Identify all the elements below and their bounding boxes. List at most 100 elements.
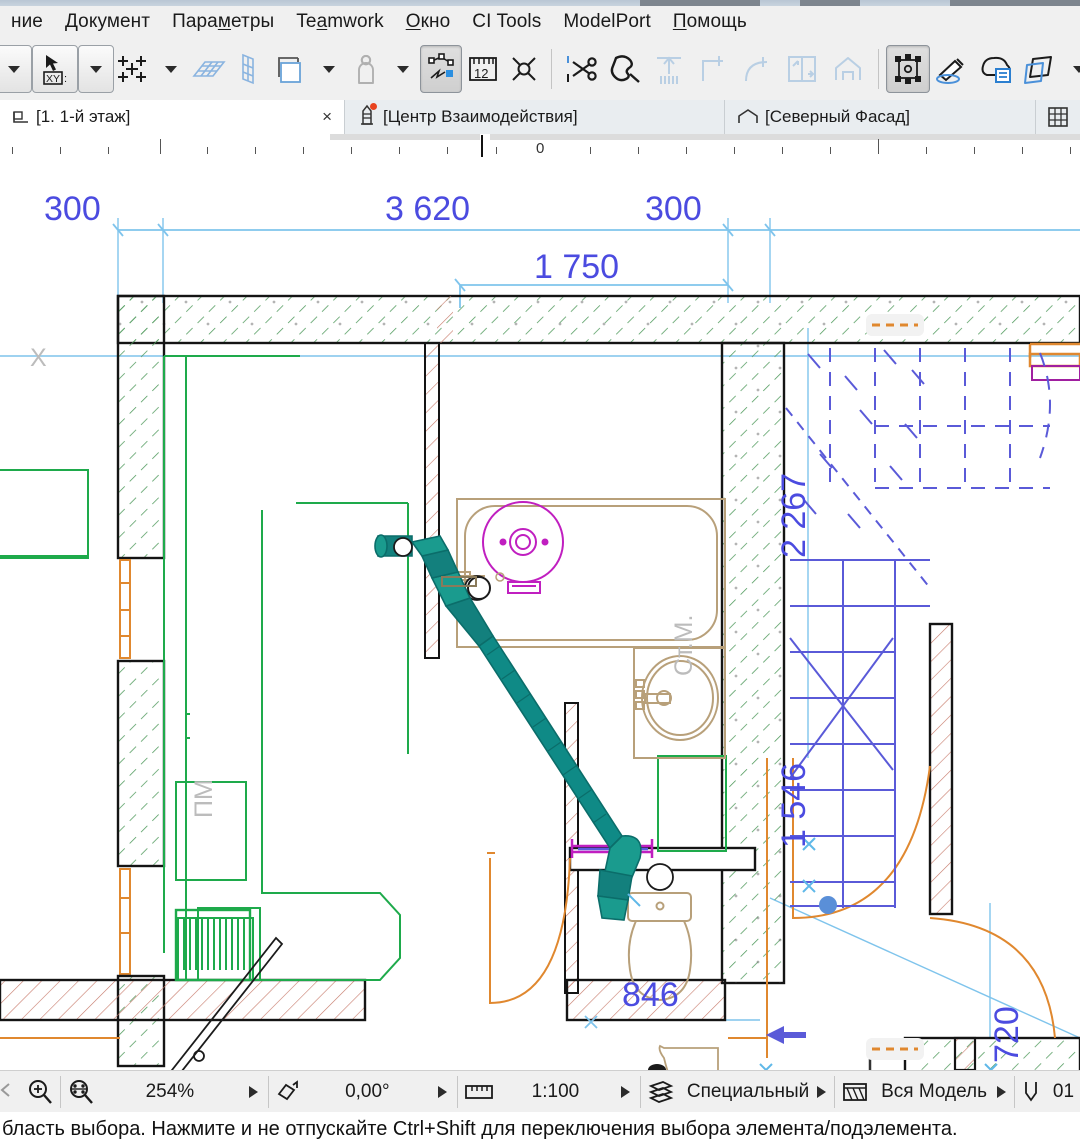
status-bar: 254% 0,00° 1:100 Специальный Вся Модель … bbox=[0, 1070, 1080, 1113]
zoom-in-tool[interactable] bbox=[20, 1071, 60, 1113]
adjust-button[interactable] bbox=[691, 46, 735, 92]
orientation-arrow[interactable] bbox=[438, 1086, 447, 1098]
svg-text::: : bbox=[64, 73, 67, 85]
favorites-button[interactable] bbox=[974, 46, 1018, 92]
caret-down-icon bbox=[397, 65, 409, 73]
grid-plane-button[interactable] bbox=[188, 46, 230, 92]
structure-display[interactable]: Вся Модель bbox=[875, 1071, 993, 1113]
zoom-prev-tool[interactable] bbox=[0, 1071, 20, 1113]
room-label-washer: Ст.М. bbox=[670, 615, 698, 676]
coordinate-xy-button[interactable]: XY : bbox=[32, 45, 78, 93]
tab-north-facade[interactable]: [Северный Фасад] bbox=[724, 100, 1035, 134]
tab-close-icon[interactable]: × bbox=[300, 107, 332, 127]
zoom-level[interactable]: 254% bbox=[101, 1071, 239, 1113]
dim-3620: 3 620 bbox=[385, 190, 470, 228]
morph-button[interactable] bbox=[1018, 46, 1062, 92]
door-bathroom bbox=[487, 852, 571, 1005]
menu-edit[interactable]: ние bbox=[0, 11, 54, 33]
message-bar: бласть выбора. Нажмите и не отпускайте C… bbox=[0, 1112, 1080, 1147]
morph-cube-icon bbox=[1024, 56, 1052, 84]
trim-button[interactable] bbox=[647, 46, 691, 92]
tab-interaction-center[interactable]: [Центр Взаимодействия] bbox=[344, 100, 724, 134]
zone-washer bbox=[657, 755, 727, 852]
zone-kitchen bbox=[163, 355, 401, 981]
menu-teamwork[interactable]: Teamwork bbox=[285, 11, 394, 33]
pen-icon bbox=[1024, 1082, 1037, 1102]
magic-wand-button[interactable] bbox=[603, 46, 647, 92]
tab-grid-view-button[interactable] bbox=[1035, 100, 1080, 134]
house-icon bbox=[835, 57, 861, 80]
structure-display-arrow[interactable] bbox=[997, 1086, 1007, 1098]
grid-plane-icon bbox=[192, 61, 226, 77]
fixture-right-magenta bbox=[1031, 365, 1080, 381]
dashed-marker-badge bbox=[866, 314, 924, 336]
tab-badge-dot bbox=[370, 102, 377, 110]
drawing-scale[interactable]: 1:100 bbox=[500, 1071, 611, 1113]
orientation-angle[interactable]: 0,00° bbox=[307, 1071, 428, 1113]
layer-combination[interactable]: Специальный bbox=[681, 1071, 815, 1113]
select-nodes-icon bbox=[895, 54, 921, 84]
snap-grid-caret[interactable] bbox=[154, 46, 188, 92]
bidet bbox=[658, 1044, 719, 1070]
offset-button[interactable] bbox=[779, 46, 825, 92]
layer-button[interactable] bbox=[268, 46, 312, 92]
menu-help[interactable]: Помощь bbox=[662, 11, 758, 33]
select-elements-button[interactable] bbox=[886, 45, 930, 93]
layer-combination-arrow[interactable] bbox=[817, 1086, 827, 1098]
drawing-scale-arrow[interactable] bbox=[621, 1086, 631, 1098]
split-button[interactable] bbox=[559, 46, 603, 92]
orientation-tool[interactable] bbox=[269, 1071, 307, 1113]
separator-1 bbox=[551, 49, 552, 89]
application-window: ние Документ Параметры Teamwork Окно CI … bbox=[0, 0, 1080, 1147]
grid-vertical-icon bbox=[242, 53, 254, 85]
grid-view-icon bbox=[1048, 107, 1068, 127]
fillet-button[interactable] bbox=[735, 46, 779, 92]
menu-modelport[interactable]: ModelPort bbox=[552, 11, 662, 33]
multiply-button[interactable] bbox=[825, 46, 871, 92]
coordinate-dropdown-caret[interactable] bbox=[78, 45, 114, 93]
zoom-level-arrow[interactable] bbox=[248, 1086, 258, 1098]
scissors-icon bbox=[567, 56, 597, 82]
dimension-line-top bbox=[112, 223, 1080, 237]
direction-arrow bbox=[766, 1026, 806, 1044]
scale-tool[interactable] bbox=[458, 1071, 500, 1113]
menu-parameters[interactable]: Параметры bbox=[161, 11, 285, 33]
node-edit-icon bbox=[428, 53, 454, 79]
ruler-12-icon: 12 bbox=[469, 57, 497, 81]
trim-icon bbox=[657, 56, 681, 84]
structure-display-tool[interactable] bbox=[835, 1071, 875, 1113]
dropdown-left-caret[interactable] bbox=[0, 45, 32, 93]
wall-left-lower bbox=[116, 659, 166, 868]
tab-floor-1[interactable]: [1. 1-й этаж] × bbox=[0, 100, 344, 134]
snap-grid-icon bbox=[118, 56, 146, 82]
stair-node bbox=[819, 896, 837, 914]
window-left-upper bbox=[119, 559, 131, 659]
menu-ci-tools[interactable]: CI Tools bbox=[461, 11, 552, 33]
drawing-canvas[interactable]: 300 3 620 300 1 750 2 267 1 546 720 846 … bbox=[0, 158, 1080, 1070]
pen-set-value[interactable]: 01 bbox=[1047, 1071, 1080, 1113]
offset-icon bbox=[788, 56, 816, 82]
adjust-corner-icon bbox=[702, 56, 723, 81]
marquee-button[interactable] bbox=[504, 46, 544, 92]
pen-set-tool[interactable] bbox=[1015, 1071, 1047, 1113]
menu-document[interactable]: Документ bbox=[54, 11, 161, 33]
person-scale-button[interactable] bbox=[346, 46, 386, 92]
edit-node-button[interactable] bbox=[420, 45, 462, 93]
morph-caret[interactable] bbox=[1062, 46, 1080, 92]
layer-caret[interactable] bbox=[312, 46, 346, 92]
paint-params-button[interactable] bbox=[930, 46, 974, 92]
menu-window[interactable]: Окно bbox=[395, 11, 462, 33]
horizontal-ruler[interactable]: 0 bbox=[0, 134, 1080, 159]
fit-in-window-tool[interactable] bbox=[61, 1071, 101, 1113]
grid-vertical-button[interactable] bbox=[230, 46, 268, 92]
person-caret[interactable] bbox=[386, 46, 420, 92]
dim-300-right: 300 bbox=[645, 190, 702, 228]
structure-display-value: Вся Модель bbox=[881, 1081, 988, 1102]
wall-right-lower-vertical bbox=[953, 1036, 977, 1070]
separator-2 bbox=[878, 49, 879, 89]
measure-button[interactable]: 12 bbox=[462, 46, 504, 92]
room-label-x: X bbox=[30, 344, 47, 372]
wall-bottom-left bbox=[0, 978, 367, 1022]
layer-combination-tool[interactable] bbox=[641, 1071, 681, 1113]
snap-grid-button[interactable] bbox=[114, 46, 154, 92]
